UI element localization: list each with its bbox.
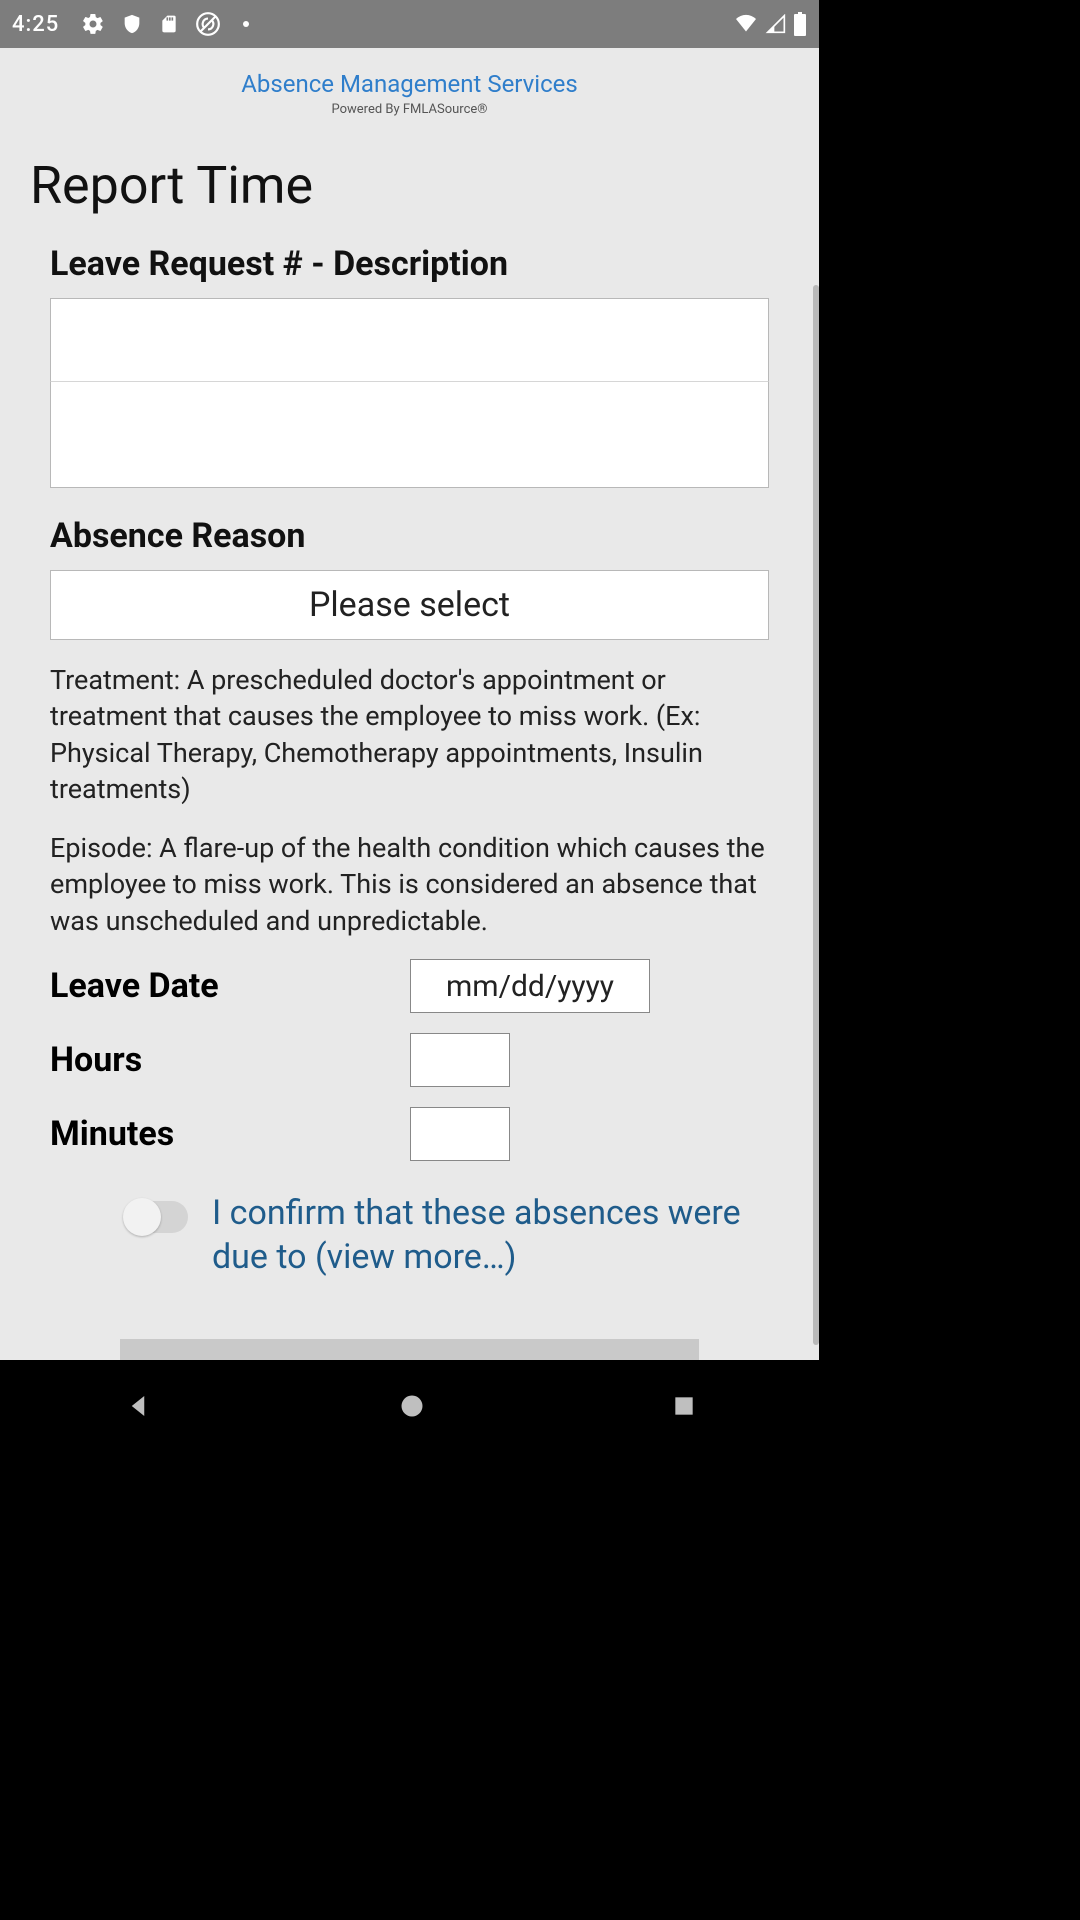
- nav-bar: [0, 1360, 819, 1456]
- wifi-icon: [733, 14, 759, 34]
- status-bar: 4:25: [0, 0, 819, 48]
- shield-icon: [121, 12, 143, 36]
- leave-request-label: Leave Request # - Description: [50, 244, 769, 284]
- submit-button[interactable]: SUBMIT: [120, 1339, 699, 1360]
- treatment-help-text: Treatment: A prescheduled doctor's appoi…: [50, 662, 769, 808]
- absence-reason-placeholder: Please select: [309, 585, 510, 625]
- cell-signal-icon: [765, 14, 787, 34]
- leave-request-select[interactable]: [50, 298, 769, 382]
- back-icon[interactable]: [123, 1391, 153, 1425]
- scroll-indicator: [813, 285, 819, 1345]
- hours-label: Hours: [50, 1040, 410, 1080]
- leave-date-label: Leave Date: [50, 966, 410, 1006]
- episode-help-text: Episode: A flare-up of the health condit…: [50, 830, 769, 939]
- confirm-text[interactable]: I confirm that these absences were due t…: [212, 1191, 769, 1279]
- content-scroll[interactable]: Report Time Leave Request # - Descriptio…: [0, 125, 819, 1360]
- status-clock: 4:25: [12, 12, 59, 37]
- app-title: Absence Management Services: [0, 70, 819, 98]
- recent-apps-icon[interactable]: [671, 1393, 697, 1423]
- no-sync-icon: [195, 11, 221, 37]
- status-dot-icon: [243, 21, 249, 27]
- hours-input[interactable]: [410, 1033, 510, 1087]
- page-title: Report Time: [30, 155, 789, 216]
- confirm-toggle[interactable]: [126, 1201, 188, 1233]
- leave-date-input[interactable]: mm/dd/yyyy: [410, 959, 650, 1013]
- gear-icon: [81, 12, 105, 36]
- minutes-label: Minutes: [50, 1114, 410, 1154]
- home-icon[interactable]: [398, 1392, 426, 1424]
- leave-date-placeholder: mm/dd/yyyy: [446, 969, 614, 1004]
- app-header: Absence Management Services Powered By F…: [0, 48, 819, 125]
- minutes-input[interactable]: [410, 1107, 510, 1161]
- absence-reason-select[interactable]: Please select: [50, 570, 769, 640]
- battery-icon: [793, 12, 807, 36]
- absence-reason-label: Absence Reason: [50, 516, 769, 556]
- toggle-knob: [123, 1198, 161, 1236]
- sd-card-icon: [159, 12, 179, 36]
- app-subtitle: Powered By FMLASource®: [0, 102, 819, 117]
- leave-request-description[interactable]: [50, 382, 769, 488]
